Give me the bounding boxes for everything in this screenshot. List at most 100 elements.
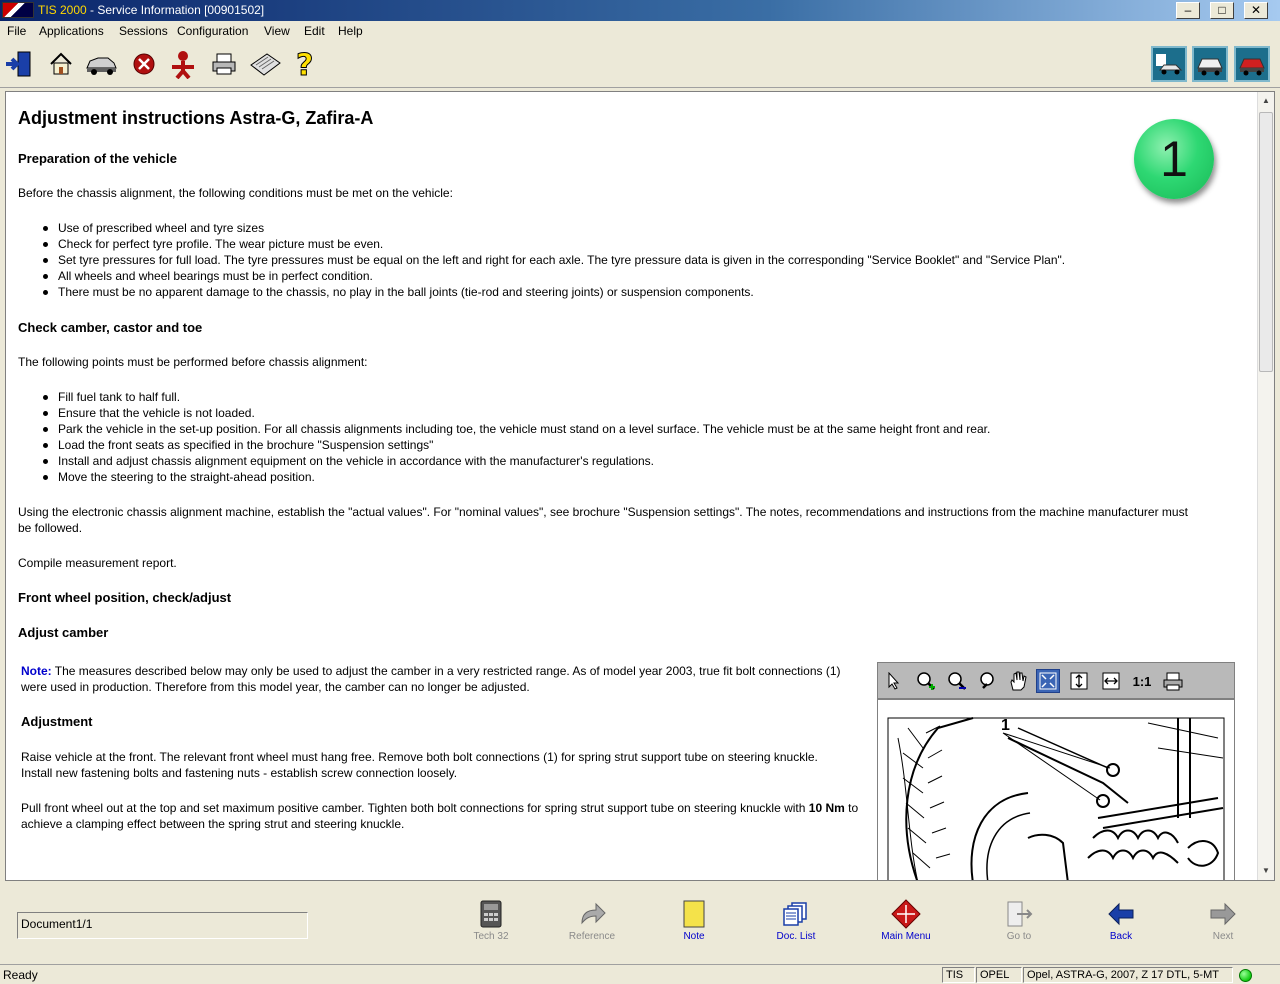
note-label: Note: [21,664,52,678]
doc-list-icon [781,899,811,929]
connection-status-icon [1239,969,1252,982]
back-icon [1106,899,1136,929]
list-item: There must be no apparent damage to the … [18,284,1065,300]
main-menu-icon [891,899,921,929]
suspension-diagram[interactable]: 1 [878,708,1234,880]
reference-icon [577,899,607,929]
zoom-in-icon[interactable] [914,669,938,693]
page-title: Adjustment instructions Astra-G, Zafira-… [18,108,374,128]
note-button[interactable]: Note [654,899,734,942]
status-tis: TIS [942,967,975,983]
torque-value: 10 Nm [808,801,845,815]
print-image-icon[interactable] [1161,669,1185,693]
fit-window-icon[interactable] [1036,669,1060,693]
section-heading-camber-castor-toe: Check camber, castor and toe [18,320,203,335]
pan-hand-icon[interactable] [1006,669,1030,693]
list-item: Load the front seats as specified in the… [18,437,990,453]
keyboard-icon[interactable] [248,47,282,81]
maximize-button[interactable]: □ [1210,2,1234,19]
navigation-bar: Document1/1 Tech 32 Reference Note Doc. … [0,883,1280,961]
pointer-tool-icon[interactable] [882,669,906,693]
menu-applications[interactable]: Applications [39,24,104,38]
scroll-thumb[interactable] [1259,112,1273,372]
alignment-preconditions-list: Fill fuel tank to half full. Ensure that… [18,389,990,485]
adjustment-heading: Adjustment [21,714,93,729]
go-to-icon [1004,899,1034,929]
help-icon[interactable]: ? [289,47,323,81]
reference-button[interactable]: Reference [552,899,632,942]
list-item: Install and adjust chassis alignment equ… [18,453,990,469]
document-pane[interactable]: Adjustment instructions Astra-G, Zafira-… [5,91,1275,881]
fit-width-icon[interactable] [1099,669,1123,693]
go-to-button[interactable]: Go to [979,899,1059,942]
minimize-button[interactable]: – [1176,2,1200,19]
fit-height-icon[interactable] [1067,669,1091,693]
zoom-out-icon[interactable] [945,669,969,693]
status-make: OPEL [976,967,1022,983]
actual-size-button[interactable]: 1:1 [1130,669,1154,693]
document-position-field: Document1/1 [17,912,308,939]
diagram-callout-1: 1 [1001,717,1010,734]
title-bar: TIS 2000 - Service Information [00901502… [0,0,1280,21]
vehicle-info-icon[interactable] [1234,46,1270,82]
list-item: Move the steering to the straight-ahead … [18,469,990,485]
scroll-down-icon[interactable]: ▼ [1260,865,1272,877]
section-intro-preparation: Before the chassis alignment, the follow… [18,186,453,200]
adjustment-paragraph-1: Raise vehicle at the front. The relevant… [21,750,818,780]
machine-paragraph: Using the electronic chassis alignment m… [18,505,1188,535]
menu-view[interactable]: View [264,24,290,38]
main-menu-button[interactable]: Main Menu [866,899,946,942]
section-heading-preparation: Preparation of the vehicle [18,151,177,166]
status-text: Ready [3,968,38,982]
list-item: Fill fuel tank to half full. [18,389,990,405]
vehicle-icon[interactable] [84,47,118,81]
section-intro-camber-castor-toe: The following points must be performed b… [18,355,368,369]
next-icon [1208,899,1238,929]
note-icon [679,899,709,929]
status-vehicle: Opel, ASTRA-G, 2007, Z 17 DTL, 5-MT [1023,967,1233,983]
note-paragraph: Note: The measures described below may o… [21,663,841,695]
section-heading-adjust-camber: Adjust camber [18,625,109,640]
menu-file[interactable]: File [7,24,26,38]
app-logo-icon [2,2,34,18]
note-text: The measures described below may only be… [21,664,841,694]
image-viewer-toolbar: 1:1 [878,663,1234,700]
zoom-icon[interactable] [976,669,1000,693]
list-item: All wheels and wheel bearings must be in… [18,268,1065,284]
tech32-icon [476,899,506,929]
menu-configuration[interactable]: Configuration [177,24,248,38]
list-item: Park the vehicle in the set-up position.… [18,421,990,437]
vertical-scrollbar[interactable]: ▲ ▼ [1257,92,1274,880]
list-item: Use of prescribed wheel and tyre sizes [18,220,1065,236]
print-icon[interactable] [207,47,241,81]
person-icon[interactable] [166,47,200,81]
section-heading-front-wheel: Front wheel position, check/adjust [18,590,232,605]
status-bar: Ready TIS OPEL Opel, ASTRA-G, 2007, Z 17… [0,964,1280,984]
next-button[interactable]: Next [1183,899,1263,942]
menu-sessions[interactable]: Sessions [119,24,168,38]
list-item: Set tyre pressures for full load. The ty… [18,252,1065,268]
exit-icon[interactable] [2,47,36,81]
vehicle-diagnosis-icon[interactable] [1151,46,1187,82]
window-title: TIS 2000 - Service Information [00901502… [38,3,265,17]
menu-bar: File Applications Sessions Configuration… [0,21,1280,41]
doc-list-button[interactable]: Doc. List [756,899,836,942]
menu-help[interactable]: Help [338,24,363,38]
svg-text:?: ? [296,49,313,79]
toolbar: ? [0,41,1280,88]
adjustment-paragraph-2: Pull front wheel out at the top and set … [21,801,859,831]
preparation-list: Use of prescribed wheel and tyre sizes C… [18,220,1065,300]
menu-edit[interactable]: Edit [304,24,325,38]
image-viewer[interactable]: 1:1 1 [877,662,1235,880]
close-button[interactable]: ✕ [1244,2,1268,19]
list-item: Check for perfect tyre profile. The wear… [18,236,1065,252]
home-icon[interactable] [44,47,78,81]
vehicle-service-icon[interactable] [1192,46,1228,82]
report-paragraph: Compile measurement report. [18,556,177,570]
scroll-up-icon[interactable]: ▲ [1260,95,1272,107]
stop-icon[interactable] [127,47,161,81]
tech32-button[interactable]: Tech 32 [451,899,531,942]
back-button[interactable]: Back [1081,899,1161,942]
list-item: Ensure that the vehicle is not loaded. [18,405,990,421]
step-number-badge: 1 [1134,119,1214,199]
